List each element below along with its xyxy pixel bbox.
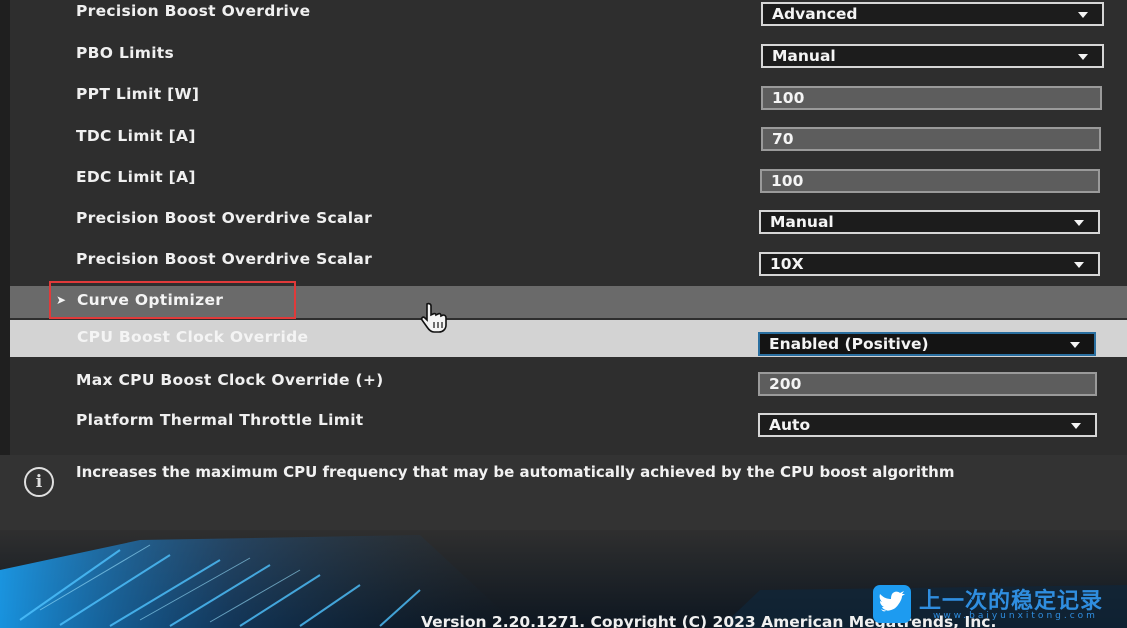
watermark: 上一次的稳定记录 www.baiyunxitong.com: [873, 583, 1123, 625]
setting-label: Max CPU Boost Clock Override (+): [76, 371, 384, 389]
help-text: Increases the maximum CPU frequency that…: [76, 463, 955, 481]
dropdown-value: Manual: [772, 47, 836, 65]
chevron-down-icon: [1078, 12, 1088, 18]
chevron-down-icon: [1070, 342, 1080, 348]
precision-boost-overdrive-dropdown[interactable]: Advanced: [761, 2, 1104, 26]
setting-label: TDC Limit [A]: [76, 127, 196, 145]
chevron-down-icon: [1074, 220, 1084, 226]
dropdown-value: Manual: [770, 213, 834, 231]
setting-row-cpu-boost-clock-override[interactable]: CPU Boost Clock Override Enabled (Positi…: [10, 320, 1127, 357]
left-edge-bar: [0, 0, 10, 455]
setting-row-tdc-limit[interactable]: TDC Limit [A] 70: [10, 125, 1127, 166]
edc-limit-input[interactable]: 100: [760, 169, 1100, 193]
setting-label: PBO Limits: [76, 44, 175, 62]
input-value: 100: [772, 89, 805, 107]
platform-thermal-throttle-dropdown[interactable]: Auto: [758, 413, 1097, 437]
setting-row-platform-thermal-throttle-limit[interactable]: Platform Thermal Throttle Limit Auto: [10, 409, 1127, 450]
annotation-highlight-box: [49, 281, 296, 319]
pbo-scalar-value-dropdown[interactable]: 10X: [759, 252, 1100, 276]
chevron-down-icon: [1071, 423, 1081, 429]
bird-logo-icon: [873, 585, 911, 623]
cpu-boost-clock-override-dropdown[interactable]: Enabled (Positive): [758, 332, 1096, 356]
setting-label: Platform Thermal Throttle Limit: [76, 411, 364, 429]
dropdown-value: Auto: [769, 416, 811, 434]
watermark-url: www.baiyunxitong.com: [933, 611, 1098, 621]
dropdown-value: Enabled (Positive): [769, 335, 929, 353]
info-icon: i: [24, 467, 54, 497]
setting-label: Precision Boost Overdrive Scalar: [76, 209, 373, 227]
chevron-down-icon: [1074, 262, 1084, 268]
dropdown-value: Advanced: [772, 5, 858, 23]
setting-row-edc-limit[interactable]: EDC Limit [A] 100: [10, 166, 1127, 207]
help-panel: i Increases the maximum CPU frequency th…: [0, 455, 1127, 628]
max-cpu-boost-clock-input[interactable]: 200: [758, 372, 1097, 396]
input-value: 70: [772, 130, 794, 148]
pbo-limits-dropdown[interactable]: Manual: [761, 44, 1104, 68]
setting-label: EDC Limit [A]: [76, 168, 196, 186]
setting-row-ppt-limit[interactable]: PPT Limit [W] 100: [10, 83, 1127, 124]
setting-row-pbo-scalar-mode[interactable]: Precision Boost Overdrive Scalar Manual: [10, 207, 1127, 248]
input-value: 200: [769, 375, 802, 393]
bios-screen: Precision Boost Overdrive Advanced PBO L…: [0, 0, 1127, 628]
tdc-limit-input[interactable]: 70: [761, 127, 1101, 151]
hand-cursor-icon: [420, 302, 447, 333]
setting-label: CPU Boost Clock Override: [77, 328, 309, 346]
input-value: 100: [771, 172, 804, 190]
chevron-down-icon: [1078, 54, 1088, 60]
dropdown-value: 10X: [770, 255, 804, 273]
pbo-scalar-mode-dropdown[interactable]: Manual: [759, 210, 1100, 234]
setting-row-precision-boost-overdrive[interactable]: Precision Boost Overdrive Advanced: [10, 0, 1127, 41]
setting-label: Precision Boost Overdrive Scalar: [76, 250, 373, 268]
setting-label: Precision Boost Overdrive: [76, 2, 311, 20]
setting-label: PPT Limit [W]: [76, 85, 200, 103]
ppt-limit-input[interactable]: 100: [761, 86, 1102, 110]
setting-row-pbo-limits[interactable]: PBO Limits Manual: [10, 42, 1127, 83]
setting-row-max-cpu-boost-clock-override[interactable]: Max CPU Boost Clock Override (+) 200: [10, 369, 1127, 410]
